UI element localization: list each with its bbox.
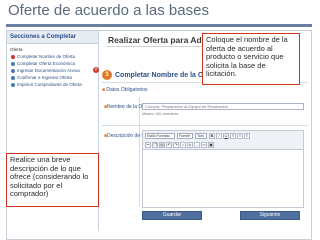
slide-title: Oferte de acuerdo a las bases [8,2,209,19]
underline-icon[interactable]: U [223,133,229,139]
align-left-icon[interactable]: ≡ [230,133,236,139]
bullet-icon [11,61,15,66]
bullet-icon [11,75,15,80]
sidebar-item-label: Ingresar Documentación Anexa [17,68,80,73]
sidebar-item-imprimir[interactable]: Imprimir Comprobante de Oferta [7,81,98,88]
image-icon[interactable]: ▣ [208,142,214,148]
sidebar-item-label: Completar Oferta Económica [17,61,76,66]
divider [102,125,308,126]
sidebar-group-label: Oferta [10,47,23,52]
bullet-icon [11,68,15,73]
offer-name-input[interactable]: Compra, Preparación al Equipo de Reparac… [142,103,304,110]
close-icon[interactable]: × [93,67,99,73]
list-icon[interactable]: • [180,142,186,148]
indent-icon[interactable]: → [194,142,200,148]
bullet-icon: ■ [102,87,106,93]
divider [139,97,140,207]
name-hint: Máximo 100 caracteres [142,112,179,116]
bold-icon[interactable]: B [209,133,215,139]
callout-name-instructions: Coloque el nombre de la oferta de acuerd… [202,33,300,85]
align-center-icon[interactable]: ≡ [237,133,243,139]
step-header: 1 Completar Nombre de la Oferta [102,70,218,80]
section-label: ■ Datos Obligatorios [102,87,148,93]
numbered-list-icon[interactable]: # [187,142,193,148]
font-select[interactable]: Fuente [177,133,193,139]
sidebar-item-documentacion[interactable]: Ingresar Documentación Anexa [7,67,98,74]
sidebar-item-nombre-oferta[interactable]: Completar Nombre de Oferta [7,53,98,60]
save-button[interactable]: Guardar [142,211,202,220]
style-select[interactable]: Estilo Formato [145,133,175,139]
editor-toolbar: Estilo Formato Fuente Tam. B I U ≡ ≡ ≡ ✂… [142,130,304,150]
sidebar-item-label: Confirmar e Ingresar Oferta [17,75,73,80]
title-underline [106,46,206,47]
step-number-badge: 1 [102,70,112,80]
description-editor[interactable] [142,150,304,208]
toolbar-row: Estilo Formato Fuente Tam. B I U ≡ ≡ ≡ [145,133,251,139]
sidebar-item-label: Completar Nombre de Oferta [17,54,76,59]
sidebar-item-confirmar[interactable]: Confirmar e Ingresar Oferta [7,74,98,81]
size-select[interactable]: Tam. [195,133,207,139]
undo-icon[interactable]: ↶ [166,142,172,148]
next-button[interactable]: Siguiente [240,211,300,220]
redo-icon[interactable]: ↷ [173,142,179,148]
copy-icon[interactable]: ❐ [152,142,158,148]
sidebar-item-label: Imprimir Comprobante de Oferta [17,82,82,87]
cut-icon[interactable]: ✂ [145,142,151,148]
align-right-icon[interactable]: ≡ [244,133,250,139]
sidebar-item-oferta-economica[interactable]: Completar Oferta Económica [7,60,98,67]
callout-description-instructions: Realice una breve descripción de lo que … [6,153,99,207]
title-divider [6,24,312,27]
sidebar-header: Secciones a Completar [7,31,98,44]
bullet-icon [11,54,15,59]
link-icon[interactable]: ∞ [201,142,207,148]
bullet-icon [11,82,15,87]
paste-icon[interactable]: ▤ [159,142,165,148]
italic-icon[interactable]: I [216,133,222,139]
toolbar-row: ✂ ❐ ▤ ↶ ↷ • # → ∞ ▣ [145,142,215,148]
